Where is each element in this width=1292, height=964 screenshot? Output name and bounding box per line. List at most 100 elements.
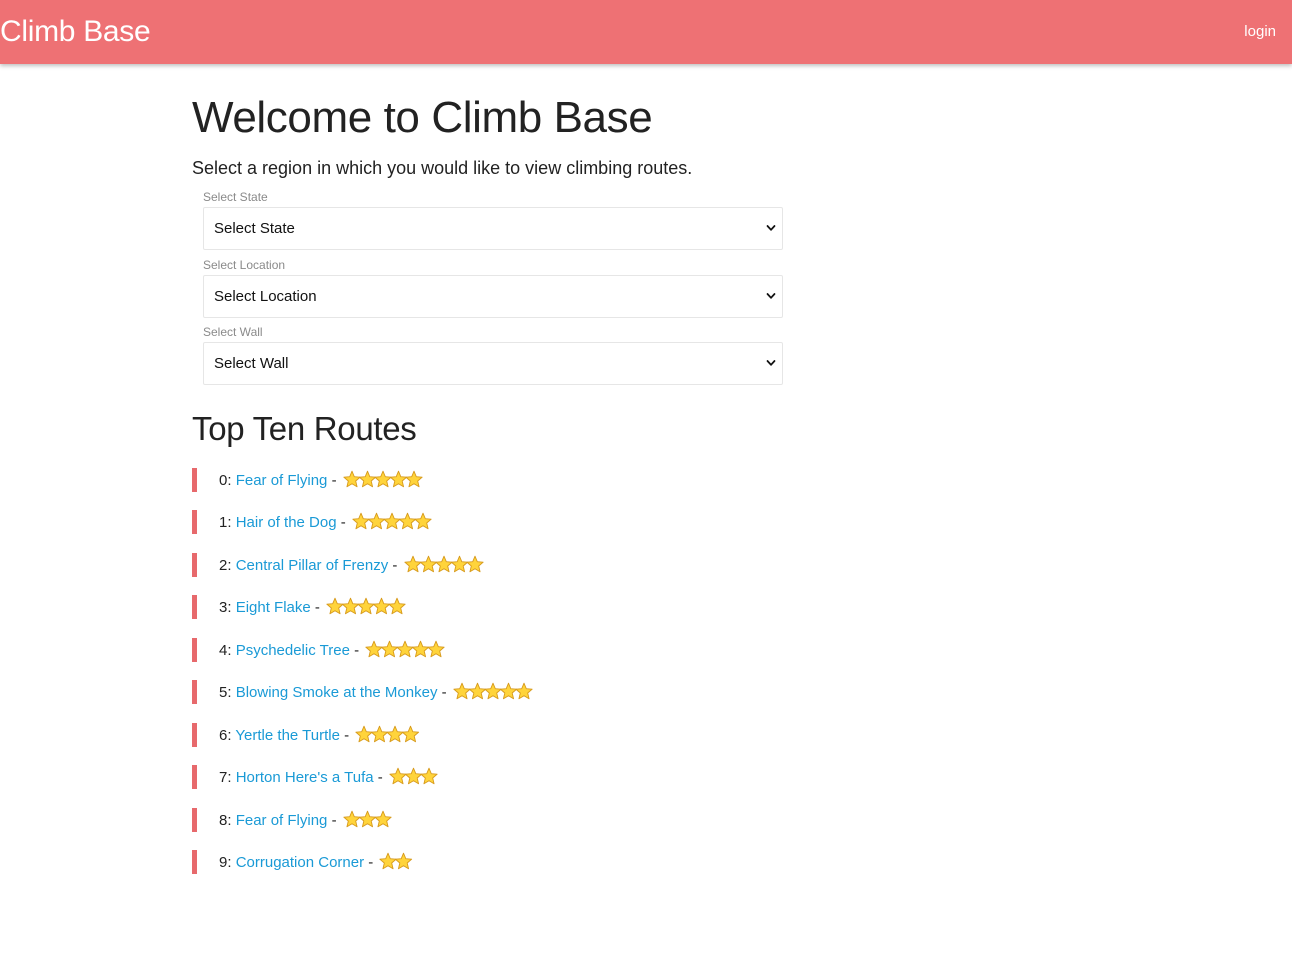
star-icon bbox=[427, 640, 445, 658]
star-rating bbox=[453, 682, 534, 700]
wall-select-value: Select Wall bbox=[214, 355, 289, 372]
star-icon bbox=[468, 682, 486, 700]
star-icon bbox=[358, 810, 376, 828]
star-icon bbox=[379, 852, 398, 870]
route-link[interactable]: Central Pillar of Frenzy bbox=[236, 557, 389, 574]
star-icon bbox=[371, 725, 389, 743]
route-accent-bar bbox=[192, 850, 197, 874]
state-select[interactable]: Select State bbox=[203, 207, 783, 250]
route-link[interactable]: Yertle the Turtle bbox=[235, 727, 340, 744]
wall-select-label: Select Wall bbox=[203, 325, 263, 339]
state-select-label: Select State bbox=[203, 190, 268, 204]
top-navbar: Climb Base login bbox=[0, 0, 1292, 64]
route-item: 4: Psychedelic Tree - bbox=[192, 638, 792, 662]
route-item: 8: Fear of Flying - bbox=[192, 808, 792, 832]
top-routes-heading: Top Ten Routes bbox=[192, 410, 417, 447]
star-rating bbox=[365, 640, 446, 658]
route-link[interactable]: Blowing Smoke at the Monkey bbox=[236, 684, 438, 701]
route-link[interactable]: Corrugation Corner bbox=[236, 854, 364, 871]
star-rating bbox=[403, 555, 485, 573]
route-rank: 7: bbox=[219, 769, 232, 786]
star-icon bbox=[383, 512, 401, 530]
chevron-down-icon bbox=[766, 225, 776, 231]
star-icon bbox=[405, 470, 423, 488]
route-entry: 4: Psychedelic Tree - bbox=[219, 640, 446, 661]
star-icon bbox=[515, 682, 533, 700]
route-separator: - bbox=[331, 812, 337, 829]
star-icon bbox=[420, 767, 438, 785]
route-accent-bar bbox=[192, 510, 197, 534]
route-separator: - bbox=[441, 684, 447, 701]
star-icon bbox=[434, 555, 453, 573]
route-link[interactable]: Eight Flake bbox=[236, 599, 311, 616]
star-icon bbox=[484, 682, 502, 700]
star-icon bbox=[414, 512, 432, 530]
page-title: Welcome to Climb Base bbox=[192, 93, 653, 142]
star-icon bbox=[465, 555, 484, 573]
route-item: 1: Hair of the Dog - bbox=[192, 510, 792, 534]
route-item: 9: Corrugation Corner - bbox=[192, 850, 792, 874]
route-separator: - bbox=[340, 514, 346, 531]
route-item: 0: Fear of Flying - bbox=[192, 468, 792, 492]
route-accent-bar bbox=[192, 595, 197, 619]
route-accent-bar bbox=[192, 553, 197, 577]
intro-text: Select a region in which you would like … bbox=[192, 158, 693, 178]
route-link[interactable]: Fear of Flying bbox=[236, 472, 328, 489]
star-icon bbox=[404, 767, 423, 785]
star-icon bbox=[352, 512, 370, 530]
star-icon bbox=[386, 725, 404, 743]
route-separator: - bbox=[392, 557, 398, 574]
star-icon bbox=[389, 470, 407, 488]
login-link[interactable]: login bbox=[1244, 23, 1276, 41]
star-icon bbox=[355, 725, 373, 743]
route-link[interactable]: Hair of the Dog bbox=[236, 514, 337, 531]
star-icon bbox=[367, 512, 386, 530]
star-icon bbox=[341, 597, 360, 615]
route-entry: 3: Eight Flake - bbox=[219, 597, 407, 618]
route-accent-bar bbox=[192, 680, 197, 704]
star-icon bbox=[372, 597, 391, 615]
route-entry: 6: Yertle the Turtle - bbox=[219, 725, 421, 746]
star-icon bbox=[381, 640, 399, 658]
star-icon bbox=[374, 810, 392, 828]
route-accent-bar bbox=[192, 765, 197, 789]
star-icon bbox=[396, 640, 414, 658]
route-accent-bar bbox=[192, 808, 197, 832]
route-rank: 6: bbox=[219, 727, 232, 744]
star-icon bbox=[402, 725, 420, 743]
route-entry: 7: Horton Here's a Tufa - bbox=[219, 767, 439, 788]
route-entry: 8: Fear of Flying - bbox=[219, 810, 393, 831]
star-icon bbox=[365, 640, 383, 658]
star-icon bbox=[499, 682, 517, 700]
route-item: 7: Horton Here's a Tufa - bbox=[192, 765, 792, 789]
route-separator: - bbox=[314, 599, 320, 616]
route-accent-bar bbox=[192, 723, 197, 747]
star-icon bbox=[389, 767, 407, 785]
route-link[interactable]: Fear of Flying bbox=[236, 812, 328, 829]
route-rank: 3: bbox=[219, 599, 232, 616]
star-rating bbox=[379, 852, 414, 870]
route-link[interactable]: Psychedelic Tree bbox=[236, 642, 350, 659]
route-rank: 9: bbox=[219, 854, 232, 871]
star-icon bbox=[450, 555, 468, 573]
route-rank: 1: bbox=[219, 514, 232, 531]
star-icon bbox=[403, 555, 422, 573]
star-icon bbox=[343, 810, 361, 828]
star-rating bbox=[326, 597, 407, 615]
route-separator: - bbox=[377, 769, 383, 786]
star-rating bbox=[355, 725, 421, 743]
route-item: 2: Central Pillar of Frenzy - bbox=[192, 553, 792, 577]
location-select-value: Select Location bbox=[214, 288, 317, 305]
route-link[interactable]: Horton Here's a Tufa bbox=[236, 769, 374, 786]
star-rating bbox=[343, 470, 424, 488]
route-rank: 2: bbox=[219, 557, 232, 574]
route-separator: - bbox=[331, 472, 337, 489]
route-separator: - bbox=[344, 727, 350, 744]
state-select-value: Select State bbox=[214, 220, 295, 237]
brand-logo-link[interactable]: Climb Base bbox=[0, 14, 151, 50]
location-select[interactable]: Select Location bbox=[203, 275, 783, 318]
route-entry: 5: Blowing Smoke at the Monkey - bbox=[219, 682, 534, 703]
star-icon bbox=[453, 682, 471, 700]
star-icon bbox=[326, 597, 344, 615]
wall-select[interactable]: Select Wall bbox=[203, 342, 783, 385]
